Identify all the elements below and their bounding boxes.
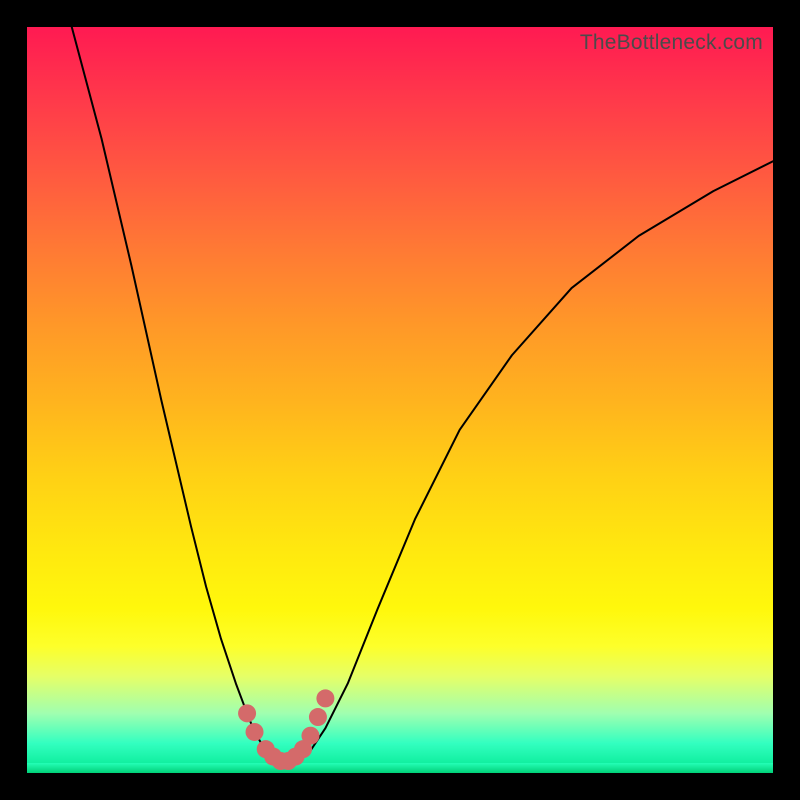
watermark: TheBottleneck.com bbox=[580, 31, 763, 55]
curve-marker bbox=[309, 708, 327, 726]
bottleneck-curve bbox=[72, 27, 773, 763]
curve-marker bbox=[316, 689, 334, 707]
plot-area: TheBottleneck.com bbox=[27, 27, 773, 773]
chart-svg bbox=[27, 27, 773, 773]
curve-marker bbox=[238, 704, 256, 722]
curve-marker bbox=[246, 723, 264, 741]
chart-frame: TheBottleneck.com bbox=[0, 0, 800, 800]
curve-marker bbox=[301, 727, 319, 745]
